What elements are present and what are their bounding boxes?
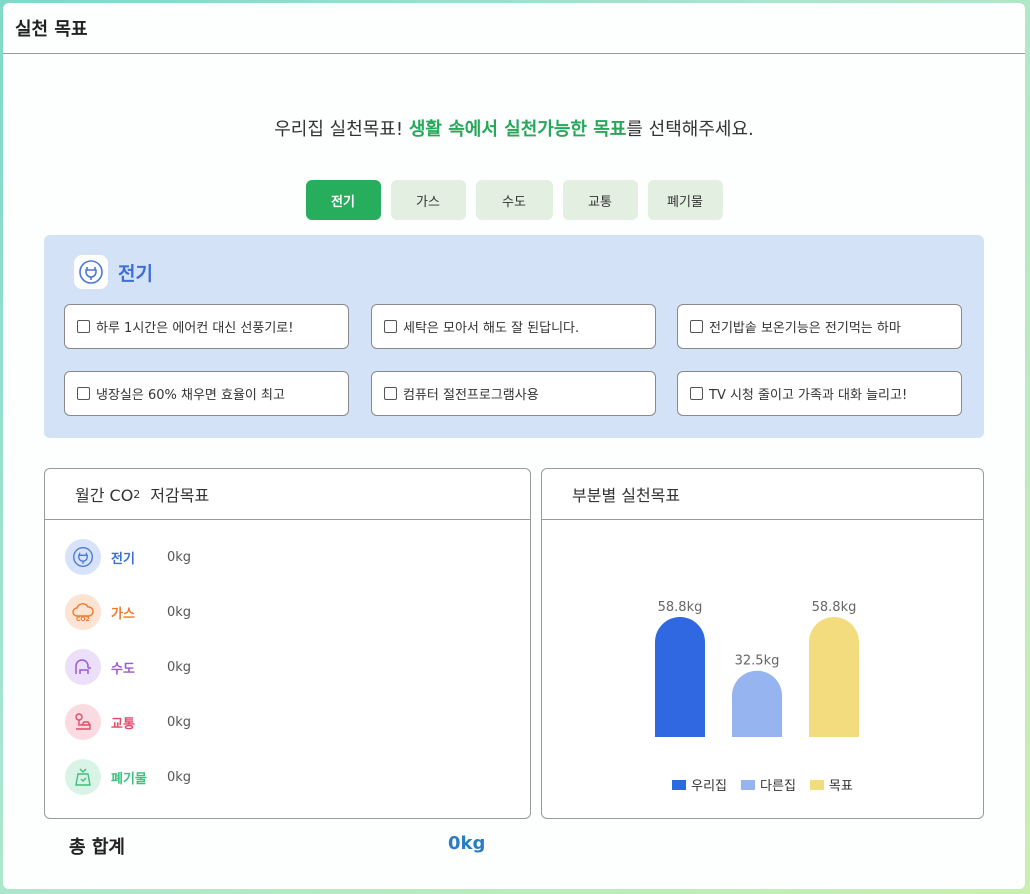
tab-gas[interactable]: 가스 bbox=[390, 180, 466, 220]
chart-data-label: 32.5kg bbox=[735, 654, 780, 669]
chart-bar bbox=[655, 617, 705, 737]
tab-waste[interactable]: 폐기물 bbox=[647, 180, 723, 220]
goal-option-label: 전기밥솥 보온기능은 전기먹는 하마 bbox=[709, 321, 901, 336]
legend-swatch bbox=[672, 779, 687, 790]
legend-label: 목표 bbox=[828, 779, 853, 794]
goal-option-label: TV 시청 줄이고 가족과 대화 늘리고! bbox=[709, 388, 908, 403]
monthly-row-waste: 폐기물 0kg bbox=[65, 759, 191, 795]
monthly-row-name: 폐기물 bbox=[111, 771, 147, 787]
legend-label: 우리집 bbox=[691, 779, 728, 794]
monthly-title-sub: 2 bbox=[133, 487, 141, 501]
goal-option[interactable]: 세탁은 모아서 해도 잘 된답니다. bbox=[371, 304, 656, 349]
total-label: 총 합계 bbox=[69, 837, 125, 858]
sector-goal-card: 부분별 실천목표 58.8kg 32.5kg 58.8kg 우리집 다른집 목표 bbox=[541, 468, 984, 819]
goal-option-label: 세탁은 모아서 해도 잘 된답니다. bbox=[403, 321, 580, 336]
monthly-row-value: 0kg bbox=[167, 604, 192, 620]
tab-water[interactable]: 수도 bbox=[475, 180, 553, 220]
monthly-row-transport: 교통 0kg bbox=[65, 704, 191, 740]
monthly-row-value: 0kg bbox=[167, 769, 192, 785]
legend-item: 다른집 bbox=[741, 775, 796, 794]
checkbox[interactable] bbox=[77, 387, 90, 400]
intro-suffix: 를 선택해주세요. bbox=[626, 119, 754, 140]
waste-bag-icon bbox=[65, 759, 101, 795]
goal-option-label: 냉장실은 60% 채우면 효율이 최고 bbox=[96, 388, 285, 403]
intro-highlight: 생활 속에서 실천가능한 목표 bbox=[408, 119, 627, 140]
faucet-icon bbox=[65, 649, 101, 685]
monthly-row-name: 수도 bbox=[111, 661, 135, 677]
chart-bar bbox=[732, 670, 782, 737]
svg-text:CO2: CO2 bbox=[76, 616, 90, 623]
legend-label: 다른집 bbox=[760, 779, 796, 794]
checkbox[interactable] bbox=[77, 320, 90, 333]
goal-option-label: 컴퓨터 절전프로그램사용 bbox=[403, 388, 539, 403]
goal-option[interactable]: 하루 1시간은 에어컨 대신 선풍기로! bbox=[64, 304, 349, 349]
goal-option[interactable]: 컴퓨터 절전프로그램사용 bbox=[371, 371, 656, 416]
category-title: 전기 bbox=[118, 262, 153, 285]
chart-card-title: 부분별 실천목표 bbox=[542, 469, 983, 520]
goal-panel: 실천 목표 우리집 실천목표! 생활 속에서 실천가능한 목표를 선택해주세요.… bbox=[3, 3, 1025, 889]
checkbox[interactable] bbox=[690, 320, 703, 333]
goal-option-label: 하루 1시간은 에어컨 대신 선풍기로! bbox=[96, 321, 294, 336]
monthly-row-electricity: 전기 0kg bbox=[65, 539, 191, 575]
monthly-row-value: 0kg bbox=[167, 659, 192, 675]
monthly-row-name: 교통 bbox=[111, 716, 135, 732]
chart-data-label: 58.8kg bbox=[658, 600, 703, 615]
intro-prefix: 우리집 실천목표! bbox=[274, 119, 409, 140]
category-heading: 전기 bbox=[74, 255, 153, 289]
plug-icon bbox=[74, 255, 108, 289]
checkbox[interactable] bbox=[690, 387, 703, 400]
monthly-row-value: 0kg bbox=[167, 714, 192, 730]
goal-option[interactable]: TV 시청 줄이고 가족과 대화 늘리고! bbox=[677, 371, 962, 416]
intro-text: 우리집 실천목표! 생활 속에서 실천가능한 목표를 선택해주세요. bbox=[3, 115, 1025, 141]
monthly-row-name: 전기 bbox=[111, 551, 135, 567]
bar-chart: 58.8kg 32.5kg 58.8kg bbox=[655, 600, 859, 737]
tab-transport[interactable]: 교통 bbox=[562, 180, 638, 220]
chart-data-label: 58.8kg bbox=[812, 600, 857, 615]
monthly-row-name: 가스 bbox=[111, 606, 135, 622]
monthly-card-title: 월간 CO 2 저감목표 bbox=[45, 469, 530, 520]
tab-electricity[interactable]: 전기 bbox=[305, 180, 381, 220]
goal-option[interactable]: 냉장실은 60% 채우면 효율이 최고 bbox=[64, 371, 349, 416]
panel-title: 실천 목표 bbox=[3, 3, 1025, 54]
legend-item: 우리집 bbox=[672, 775, 727, 794]
monthly-row-water: 수도 0kg bbox=[65, 649, 191, 685]
checkbox[interactable] bbox=[384, 320, 397, 333]
goal-option[interactable]: 전기밥솥 보온기능은 전기먹는 하마 bbox=[677, 304, 962, 349]
car-icon bbox=[65, 704, 101, 740]
chart-legend: 우리집 다른집 목표 bbox=[542, 775, 983, 794]
legend-swatch bbox=[741, 779, 756, 790]
monthly-title-suffix: 저감목표 bbox=[150, 486, 210, 505]
legend-swatch bbox=[809, 779, 824, 790]
chart-bar bbox=[809, 617, 859, 737]
total-value: 0kg bbox=[448, 833, 486, 854]
legend-item: 목표 bbox=[809, 775, 853, 794]
monthly-co2-card: 월간 CO 2 저감목표 전기 0kg CO2 가스 0kg 수도 0kg 교통… bbox=[44, 468, 531, 819]
co2-cloud-icon: CO2 bbox=[65, 594, 101, 630]
monthly-row-gas: CO2 가스 0kg bbox=[65, 594, 191, 630]
category-goal-box: 전기 하루 1시간은 에어컨 대신 선풍기로! 세탁은 모아서 해도 잘 된답니… bbox=[44, 235, 984, 438]
monthly-row-value: 0kg bbox=[167, 549, 192, 565]
category-tabs: 전기 가스 수도 교통 폐기물 bbox=[3, 180, 1025, 220]
monthly-title-prefix: 월간 CO bbox=[75, 486, 134, 505]
plug-icon bbox=[65, 539, 101, 575]
checkbox[interactable] bbox=[384, 387, 397, 400]
